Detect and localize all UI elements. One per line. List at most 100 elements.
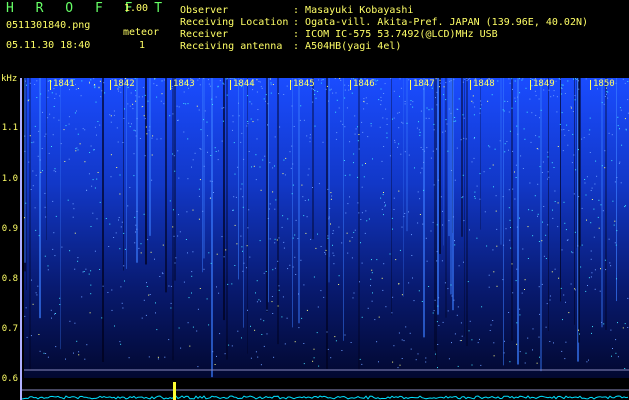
speckle (261, 334, 263, 335)
streak (174, 78, 176, 281)
streak (238, 78, 239, 280)
speckle (142, 87, 144, 88)
speckle (135, 231, 136, 233)
speckle (317, 91, 319, 92)
speckle (320, 82, 322, 84)
speckle (576, 79, 578, 80)
speckle (442, 210, 443, 212)
speckle (58, 119, 60, 121)
speckle (611, 355, 612, 357)
speckle (313, 357, 315, 359)
speckle (520, 155, 522, 157)
speckle (187, 103, 189, 105)
speckle (440, 196, 442, 198)
speckle (232, 209, 233, 211)
speckle (267, 124, 268, 126)
speckle (200, 148, 202, 150)
speckle (36, 294, 38, 296)
speckle (228, 344, 230, 346)
speckle (45, 353, 47, 354)
speckle (433, 129, 435, 131)
speckle (135, 100, 137, 102)
speckle (76, 147, 78, 149)
speckle (543, 89, 545, 91)
speckle (89, 152, 91, 153)
speckle (289, 264, 291, 266)
power-baseline (22, 382, 629, 400)
speckle (428, 286, 430, 287)
speckle (349, 141, 351, 143)
speckle (26, 84, 27, 86)
speckle (443, 86, 445, 88)
speckle (329, 89, 331, 91)
speckle (148, 129, 150, 131)
speckle (335, 111, 337, 113)
speckle (320, 246, 322, 247)
speckle (604, 96, 606, 97)
speckle (556, 96, 558, 98)
speckle (116, 167, 118, 168)
speckle (463, 261, 464, 263)
speckle (525, 87, 527, 89)
speckle (534, 195, 536, 197)
speckle (598, 199, 600, 201)
speckle (178, 177, 180, 179)
streak (298, 78, 300, 324)
speckle (211, 181, 213, 182)
speckle (496, 245, 498, 247)
streak (202, 78, 203, 273)
speckle (49, 113, 51, 115)
speckle (99, 201, 101, 203)
speckle (537, 215, 538, 217)
speckle (242, 250, 243, 252)
streak (172, 78, 174, 361)
speckle (96, 134, 97, 136)
info-value: A504HB(yagi 4el) (305, 41, 402, 52)
speckle (59, 95, 61, 97)
speckle (610, 265, 612, 267)
speckle (306, 135, 308, 137)
speckle (399, 364, 401, 366)
speckle (44, 192, 46, 194)
speckle (511, 107, 513, 109)
speckle (627, 81, 629, 82)
speckle (600, 268, 601, 270)
speckle (538, 286, 540, 288)
speckle (480, 104, 482, 106)
streak (601, 78, 603, 328)
speckle (115, 232, 117, 234)
speckle (527, 226, 529, 228)
speckle (124, 280, 125, 282)
streak (511, 78, 513, 341)
speckle (558, 277, 560, 279)
speckle (45, 133, 47, 135)
speckle (437, 179, 439, 181)
speckle (365, 163, 366, 164)
speckle (186, 211, 188, 213)
speckle (298, 293, 299, 295)
speckle (35, 174, 37, 176)
streak (328, 78, 330, 283)
speckle (52, 134, 54, 136)
speckle (566, 239, 568, 241)
speckle (187, 252, 188, 254)
speckle (404, 151, 406, 153)
speckle (234, 224, 236, 226)
speckle (192, 209, 194, 211)
speckle (412, 106, 414, 108)
speckle (514, 97, 516, 99)
speckle (574, 95, 576, 97)
speckle (256, 280, 258, 282)
speckle (512, 150, 514, 152)
speckle (313, 88, 314, 90)
speckle (297, 238, 299, 239)
speckle (474, 191, 476, 193)
speckle (35, 229, 37, 231)
speckle (143, 115, 145, 117)
speckle (169, 115, 171, 117)
speckle (262, 159, 264, 161)
speckle (393, 197, 395, 199)
speckle (77, 257, 79, 259)
speckle (460, 322, 462, 324)
speckle (490, 324, 492, 326)
